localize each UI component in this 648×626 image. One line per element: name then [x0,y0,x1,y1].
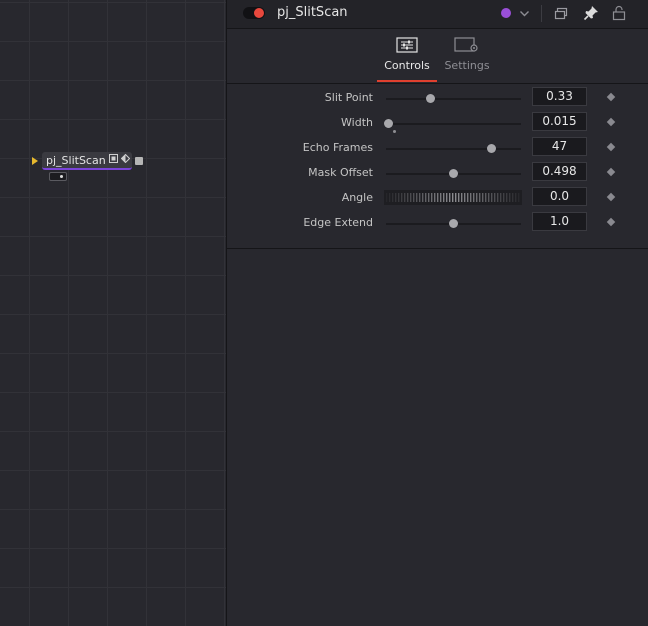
control-label: Echo Frames [302,141,373,154]
control-row-echo-frames: Echo Frames 47 [227,136,647,161]
node-graph-view[interactable]: pj_SlitScan [0,0,226,626]
inspector-tabs: Controls Settings [227,29,648,84]
lock-icon[interactable] [612,5,626,21]
color-dot-icon[interactable] [501,8,511,18]
keyframe-diamond-icon[interactable] [606,167,616,177]
tab-settings[interactable]: Settings [440,35,494,72]
node-cache-icon[interactable] [120,153,130,166]
settings-icon [454,37,478,52]
control-label: Angle [341,191,373,204]
control-row-width: Width 0.015 [227,111,647,136]
control-row-edge-extend: Edge Extend 1.0 [227,211,647,236]
slider-thumb[interactable] [449,219,458,228]
keyframe-diamond-icon[interactable] [606,217,616,227]
node-input-triangle-icon[interactable] [32,157,38,165]
tool-node[interactable]: pj_SlitScan [42,152,132,170]
inspector-panel: pj_SlitScan Controls Settings Slit Point… [226,0,648,626]
active-tab-indicator [377,80,437,82]
tab-settings-label: Settings [444,59,490,72]
node-output-square-icon[interactable] [135,157,143,165]
control-value-field[interactable]: 1.0 [532,212,587,231]
control-row-angle: Angle 0.0 [227,186,647,211]
pin-icon[interactable] [583,5,599,21]
slider-track[interactable] [386,148,521,150]
control-label: Edge Extend [303,216,373,229]
slider-thumb[interactable] [486,144,496,153]
control-label: Width [341,116,373,129]
keyframe-diamond-icon[interactable] [606,142,616,152]
node-mask-input[interactable] [49,172,67,181]
control-label: Slit Point [324,91,373,104]
slider-track[interactable] [386,123,521,125]
angle-thumbwheel[interactable] [384,190,522,205]
slider-range-dot [393,130,396,133]
control-value-field[interactable]: 0.498 [532,162,587,181]
keyframe-diamond-icon[interactable] [606,192,616,202]
control-label: Mask Offset [308,166,373,179]
control-value-field[interactable]: 0.33 [532,87,587,106]
slider-track[interactable] [386,98,521,100]
sliders-icon [396,37,418,53]
control-row-mask-offset: Mask Offset 0.498 [227,161,647,186]
slider-thumb[interactable] [426,94,436,103]
control-row-slit-point: Slit Point 0.33 [227,86,647,111]
keyframe-diamond-icon[interactable] [606,92,616,102]
control-value-field[interactable]: 0.015 [532,112,587,131]
slider-thumb[interactable] [383,119,393,128]
inspector-header: pj_SlitScan [227,0,648,29]
chevron-down-icon[interactable] [519,4,530,22]
control-value-field[interactable]: 47 [532,137,587,156]
controls-list: Slit Point 0.33 Width 0.015 Echo Frames 47 Mas… [227,84,648,249]
tool-name: pj_SlitScan [277,5,348,20]
keyframe-diamond-icon[interactable] [606,117,616,127]
control-value-field[interactable]: 0.0 [532,187,587,206]
node-view-icon[interactable] [108,154,118,166]
tab-controls[interactable]: Controls [378,35,436,72]
node-label: pj_SlitScan [46,153,106,167]
versions-icon[interactable] [554,6,568,20]
slider-thumb[interactable] [448,169,458,178]
power-toggle-icon[interactable] [243,7,265,19]
tab-controls-label: Controls [384,59,430,72]
